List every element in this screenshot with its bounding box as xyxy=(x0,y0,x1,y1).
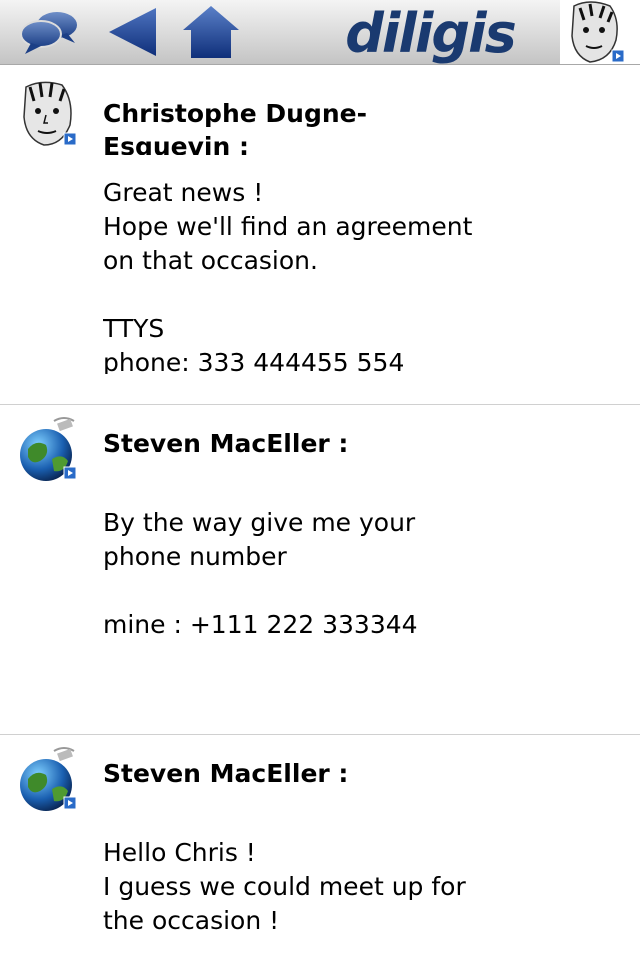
message-body: Hello Chris ! I guess we could meet up f… xyxy=(103,838,466,935)
message-body: Great news ! Hope we'll find an agreemen… xyxy=(103,178,473,374)
message-item[interactable]: Steven MacEller : Hello Chris ! I guess … xyxy=(0,735,640,960)
diligis-logo: diligis xyxy=(335,2,525,65)
my-avatar[interactable] xyxy=(560,0,640,64)
message-body: By the way give me your phone number min… xyxy=(103,508,418,639)
message-item[interactable]: Steven MacEller : By the way give me you… xyxy=(0,405,640,735)
speech-bubbles-icon[interactable] xyxy=(18,4,82,60)
home-icon[interactable] xyxy=(180,4,242,60)
person-sketch-icon xyxy=(18,81,78,147)
message-sender: Steven MacEller : xyxy=(103,429,349,458)
message-sender: Steven MacEller : xyxy=(103,759,349,788)
top-toolbar: diligis xyxy=(0,0,640,65)
logo-text: diligis xyxy=(345,2,515,64)
globe-icon xyxy=(18,745,78,811)
globe-icon xyxy=(18,415,78,481)
message-item[interactable]: Christophe Dugne-Esquevin : Great news !… xyxy=(0,65,640,405)
message-sender: Christophe Dugne-Esquevin : xyxy=(103,99,367,155)
back-arrow-icon[interactable] xyxy=(104,4,160,60)
